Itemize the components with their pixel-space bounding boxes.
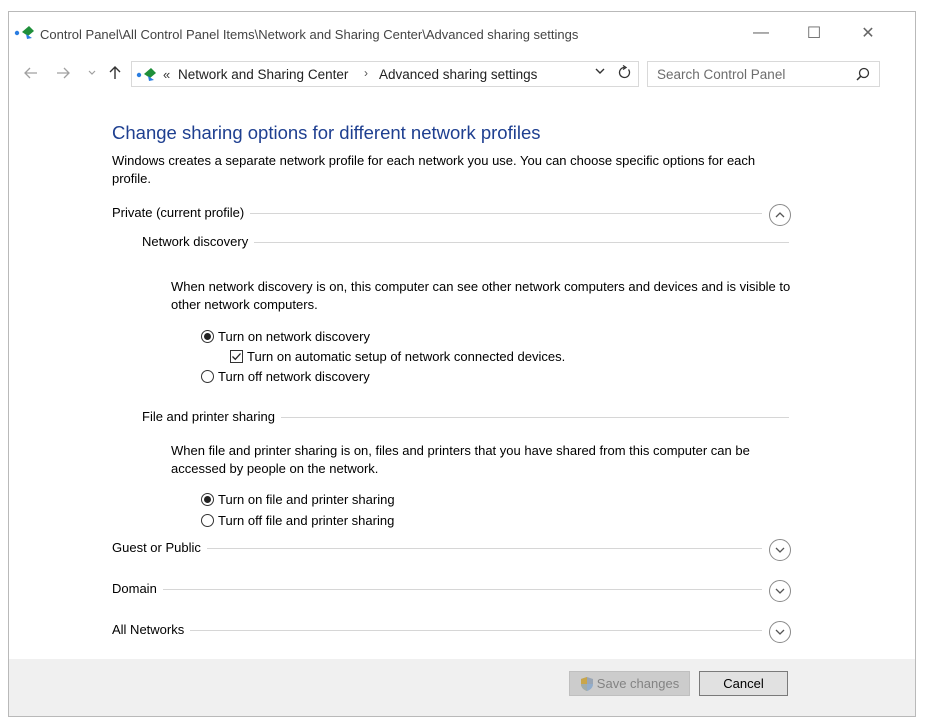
file-sharing-off-radio[interactable]	[201, 513, 214, 527]
profile-guest-header[interactable]: Guest or Public	[112, 539, 792, 561]
network-discovery-off-label[interactable]: Turn off network discovery	[218, 369, 370, 384]
network-discovery-on-option[interactable]: Turn on network discovery	[201, 327, 370, 345]
section-divider	[112, 630, 762, 631]
recent-dropdown-icon[interactable]	[83, 64, 101, 82]
title-bar: Control Panel\All Control Panel Items\Ne…	[9, 12, 915, 52]
file-sharing-off-option[interactable]: Turn off file and printer sharing	[201, 511, 394, 529]
expand-all-networks-button[interactable]	[769, 621, 791, 643]
file-sharing-header: File and printer sharing	[142, 408, 789, 426]
chevron-down-icon	[775, 629, 785, 635]
network-discovery-on-radio[interactable]	[201, 329, 214, 343]
chevron-down-icon	[775, 547, 785, 553]
file-sharing-on-option[interactable]: Turn on file and printer sharing	[201, 490, 395, 508]
expand-guest-button[interactable]	[769, 539, 791, 561]
maximize-button[interactable]: ☐	[802, 21, 826, 45]
network-center-icon	[136, 68, 156, 81]
network-discovery-label: Network discovery	[142, 233, 255, 251]
back-arrow-icon[interactable]	[22, 64, 40, 82]
page-description: Windows creates a separate network profi…	[112, 153, 756, 186]
radio-selected-dot	[204, 332, 211, 340]
save-changes-label: Save changes	[596, 676, 680, 691]
network-discovery-header: Network discovery	[142, 233, 789, 251]
window-title: Control Panel\All Control Panel Items\Ne…	[40, 27, 579, 42]
network-discovery-description: When network discovery is on, this compu…	[171, 279, 791, 312]
profile-all-networks-label: All Networks	[112, 621, 191, 639]
search-icon[interactable]	[856, 67, 870, 81]
profile-guest-label: Guest or Public	[112, 539, 207, 557]
file-sharing-on-label[interactable]: Turn on file and printer sharing	[218, 492, 395, 507]
chevron-down-icon	[775, 588, 785, 594]
collapse-private-button[interactable]	[769, 204, 791, 226]
profile-all-networks-header[interactable]: All Networks	[112, 621, 792, 643]
expand-domain-button[interactable]	[769, 580, 791, 602]
breadcrumb-separator[interactable]: ›	[364, 66, 368, 80]
chevron-up-icon	[775, 212, 785, 218]
auto-setup-label[interactable]: Turn on automatic setup of network conne…	[247, 349, 565, 364]
minimize-button[interactable]: —	[749, 21, 773, 45]
page-title: Change sharing options for different net…	[112, 122, 541, 143]
network-center-icon	[14, 26, 34, 39]
profile-domain-header[interactable]: Domain	[112, 580, 792, 602]
breadcrumb-overflow[interactable]: «	[163, 67, 170, 82]
control-panel-window: Control Panel\All Control Panel Items\Ne…	[8, 11, 916, 717]
forward-arrow-icon[interactable]	[54, 64, 72, 82]
search-placeholder: Search Control Panel	[657, 67, 786, 82]
section-divider	[112, 589, 762, 590]
address-bar[interactable]: « Network and Sharing Center › Advanced …	[131, 61, 639, 87]
file-sharing-off-label[interactable]: Turn off file and printer sharing	[218, 513, 394, 528]
auto-setup-option[interactable]: Turn on automatic setup of network conne…	[230, 347, 565, 365]
main-content: Change sharing options for different net…	[9, 92, 915, 659]
refresh-icon[interactable]	[618, 64, 631, 82]
network-discovery-off-option[interactable]: Turn off network discovery	[201, 367, 370, 385]
radio-selected-dot	[204, 495, 211, 503]
file-sharing-on-radio[interactable]	[201, 492, 214, 506]
close-button[interactable]: ✕	[856, 21, 880, 45]
profile-domain-label: Domain	[112, 580, 163, 598]
breadcrumb-advanced-sharing-settings[interactable]: Advanced sharing settings	[379, 67, 537, 82]
auto-setup-checkbox[interactable]	[230, 349, 243, 363]
search-input[interactable]: Search Control Panel	[647, 61, 880, 87]
profile-private-header[interactable]: Private (current profile)	[112, 204, 792, 226]
network-discovery-on-label[interactable]: Turn on network discovery	[218, 329, 370, 344]
up-arrow-icon[interactable]	[106, 64, 124, 82]
network-discovery-off-radio[interactable]	[201, 369, 214, 383]
footer-bar: Save changes Cancel	[9, 659, 915, 716]
file-sharing-label: File and printer sharing	[142, 408, 281, 426]
section-divider	[112, 548, 762, 549]
cancel-button[interactable]: Cancel	[699, 671, 788, 696]
checkmark-icon	[232, 352, 241, 360]
dropdown-chevron-icon[interactable]	[595, 66, 605, 78]
profile-private-label: Private (current profile)	[112, 204, 251, 222]
breadcrumb-network-sharing-center[interactable]: Network and Sharing Center	[178, 67, 348, 82]
file-sharing-description: When file and printer sharing is on, fil…	[171, 443, 750, 476]
uac-shield-icon	[580, 676, 593, 691]
save-changes-button[interactable]: Save changes	[569, 671, 690, 696]
